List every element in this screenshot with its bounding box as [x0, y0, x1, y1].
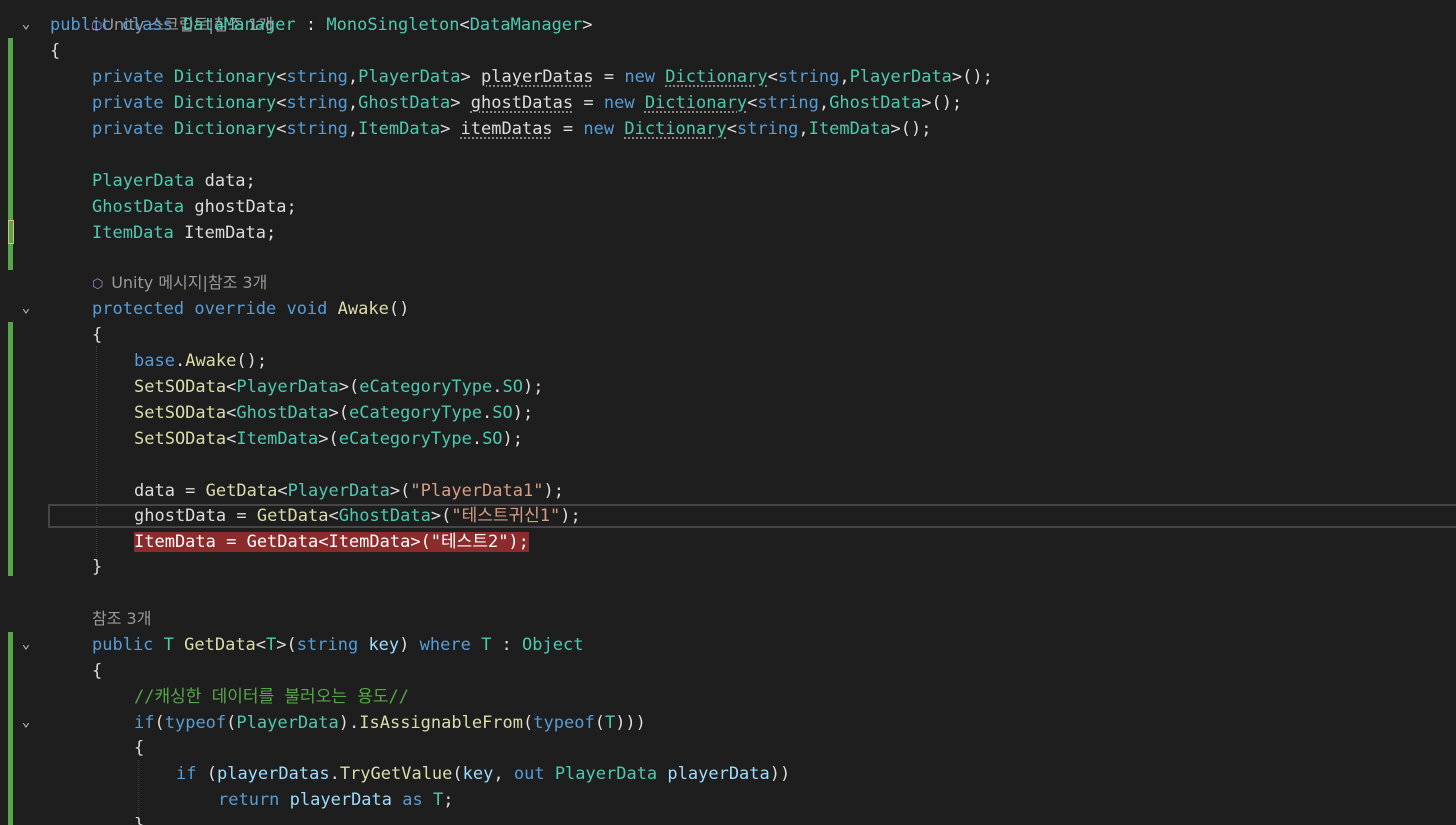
- fold-chevron-icon[interactable]: ⌄: [18, 16, 34, 32]
- codelens-class[interactable]: ⬡Unity 스크립트|참조 1개: [50, 0, 1456, 34]
- code-line[interactable]: {: [50, 38, 1456, 64]
- code-line[interactable]: ItemData ItemData;: [50, 220, 1456, 246]
- code-line[interactable]: SetSOData<PlayerData>(eCategoryType.SO);: [50, 374, 1456, 400]
- code-line[interactable]: private Dictionary<string,GhostData> gho…: [50, 90, 1456, 116]
- code-line[interactable]: //캐싱한 데이터를 불러오는 용도//: [50, 684, 1456, 710]
- code-line[interactable]: protected override void Awake(): [50, 296, 1456, 322]
- code-line[interactable]: data = GetData<PlayerData>("PlayerData1"…: [50, 478, 1456, 504]
- change-indicator: [8, 632, 13, 825]
- code-line[interactable]: {: [50, 735, 1456, 761]
- code-line[interactable]: base.Awake();: [50, 348, 1456, 374]
- code-line[interactable]: if (playerDatas.TryGetValue(key, out Pla…: [50, 761, 1456, 787]
- code-line[interactable]: GhostData ghostData;: [50, 194, 1456, 220]
- code-line[interactable]: {: [50, 658, 1456, 684]
- change-indicator: [8, 322, 13, 576]
- fold-chevron-icon[interactable]: ⌄: [18, 300, 34, 316]
- fold-chevron-icon[interactable]: ⌄: [18, 714, 34, 730]
- code-line-current[interactable]: ghostData = GetData<GhostData>("테스트귀신1")…: [50, 503, 1456, 529]
- code-line-breakpoint[interactable]: ItemData = GetData<ItemData>("테스트2");: [50, 529, 1456, 555]
- code-editor[interactable]: ⌄ ⌄ ⌄ ⌄ ⬡Unity 스크립트|참조 1개 public class D…: [0, 0, 1456, 825]
- codelens-awake[interactable]: ⬡ Unity 메시지|참조 3개: [50, 270, 1456, 296]
- code-line[interactable]: private Dictionary<string,ItemData> item…: [50, 116, 1456, 142]
- code-line[interactable]: }: [50, 812, 1456, 825]
- code-line[interactable]: public class DataManager : MonoSingleton…: [50, 12, 1456, 38]
- unity-cube-icon: ⬡: [92, 277, 112, 292]
- code-line[interactable]: PlayerData data;: [50, 168, 1456, 194]
- codelens-getdata[interactable]: 참조 3개: [50, 606, 1456, 632]
- breakpoint-highlight: ItemData = GetData<ItemData>("테스트2");: [134, 532, 529, 552]
- code-line[interactable]: if(typeof(PlayerData).IsAssignableFrom(t…: [50, 710, 1456, 736]
- code-line[interactable]: }: [50, 554, 1456, 580]
- code-line[interactable]: private Dictionary<string,PlayerData> pl…: [50, 64, 1456, 90]
- change-indicator-modified: [8, 220, 14, 244]
- code-line[interactable]: {: [50, 322, 1456, 348]
- code-line[interactable]: SetSOData<ItemData>(eCategoryType.SO);: [50, 426, 1456, 452]
- editor-gutter: ⌄ ⌄ ⌄ ⌄: [0, 0, 48, 825]
- fold-chevron-icon[interactable]: ⌄: [18, 636, 34, 652]
- code-line[interactable]: return playerData as T;: [50, 787, 1456, 813]
- code-line[interactable]: SetSOData<GhostData>(eCategoryType.SO);: [50, 400, 1456, 426]
- code-line[interactable]: public T GetData<T>(string key) where T …: [50, 632, 1456, 658]
